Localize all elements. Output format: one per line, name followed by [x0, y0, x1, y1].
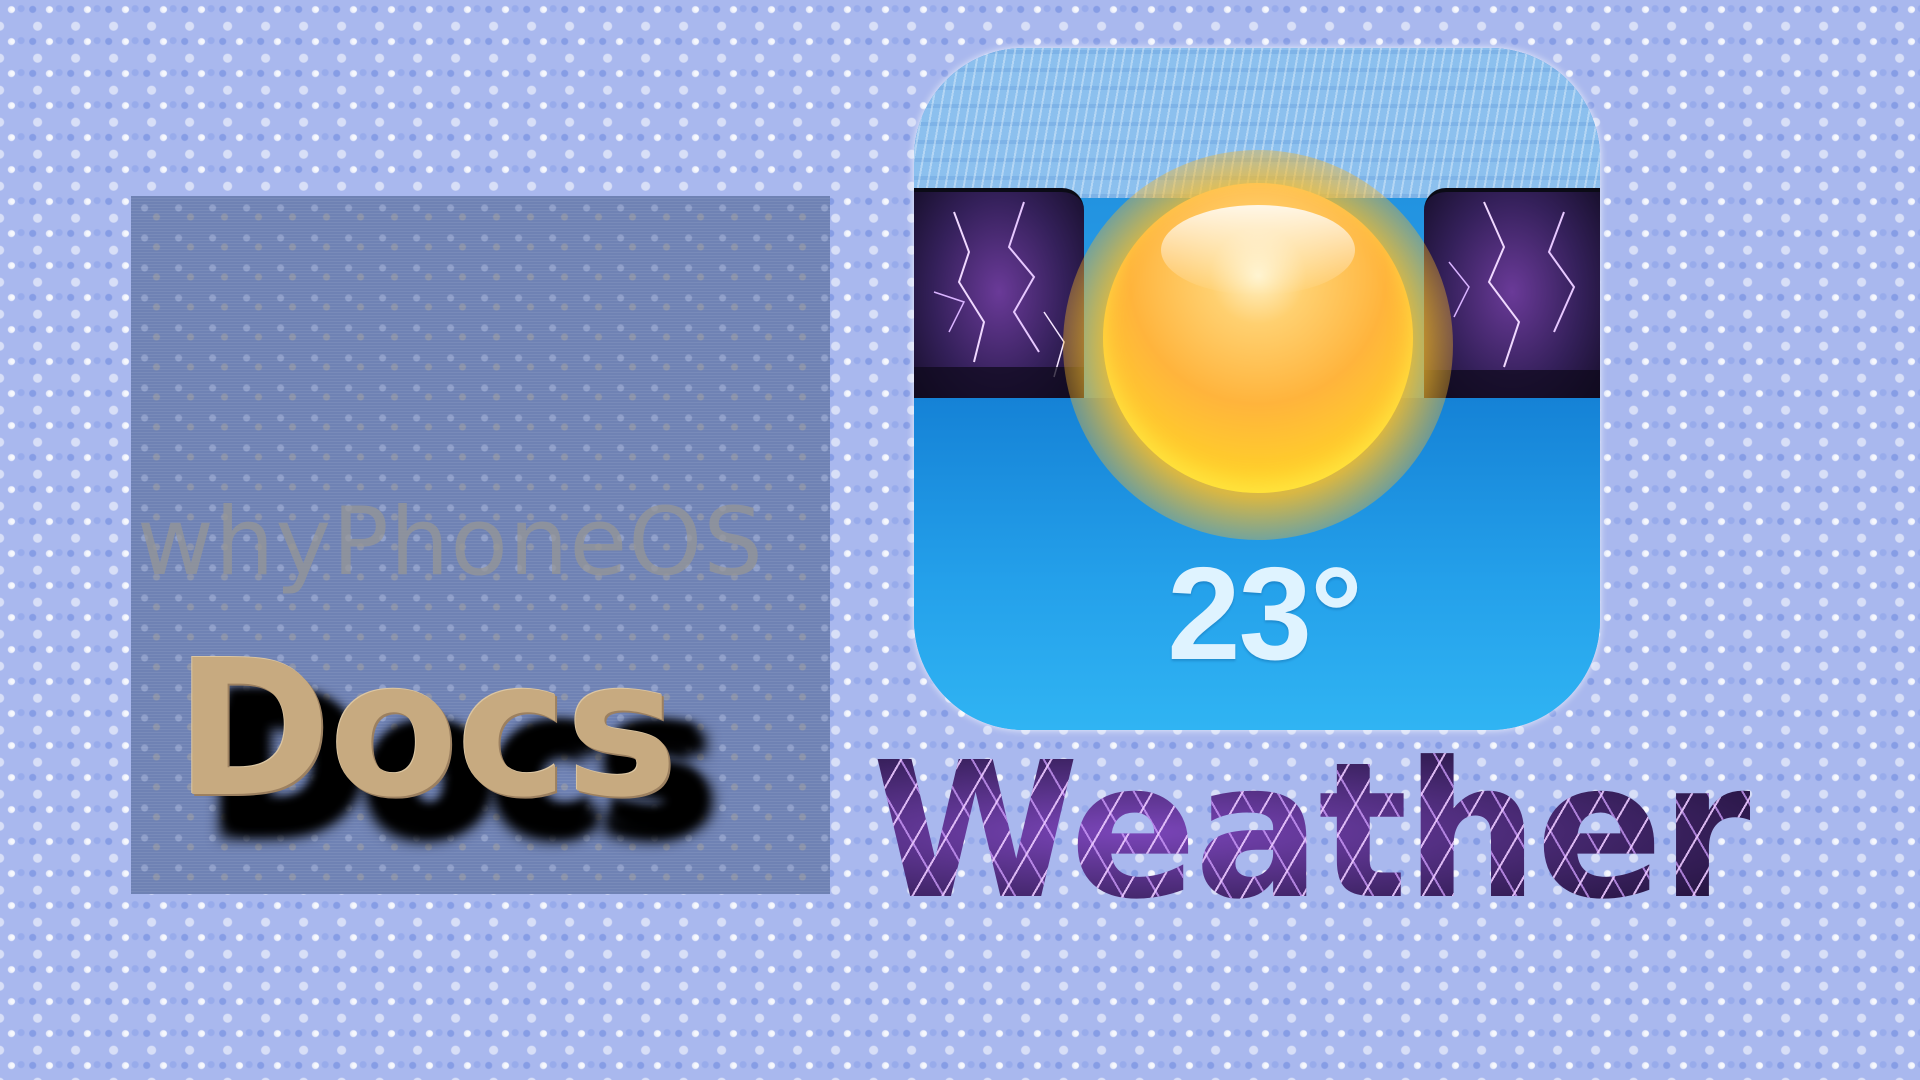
storm-right-icon [1424, 188, 1600, 414]
docs-subtitle: whyPhoneOS [137, 488, 764, 597]
docs-title: Docs [175, 620, 678, 839]
weather-app-icon[interactable]: 23° [914, 48, 1600, 730]
sun-icon [1103, 183, 1413, 493]
docs-panel[interactable]: whyPhoneOS Docs [131, 196, 830, 894]
temperature-readout: 23° [1167, 540, 1363, 687]
storm-left-icon [914, 188, 1084, 414]
sun-highlight [1161, 205, 1355, 295]
weather-label: Weather [872, 722, 1750, 941]
